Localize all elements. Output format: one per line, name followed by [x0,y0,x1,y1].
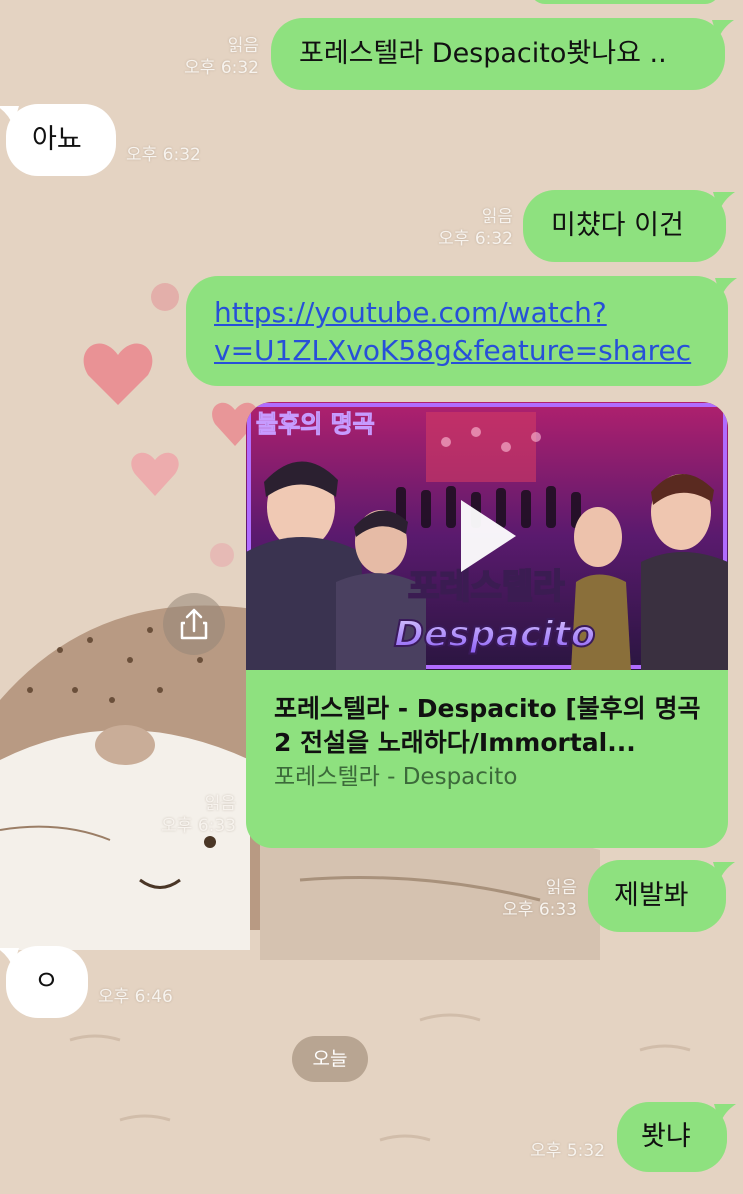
message-bubble[interactable]: ㅇ [0,946,88,1018]
message-bubble[interactable]: 미챴다 이건 [523,190,735,262]
message-bubble[interactable]: 제발봐 [588,860,735,932]
message-time: 오후 5:32 [530,1141,605,1161]
message-bubble[interactable]: 아뇨 [0,104,116,176]
message-meta: 읽음 오후 6:32 [184,35,259,79]
youtube-preview-card[interactable]: 불후의 명곡 포레스텔라 Despacito 포레스텔라 - Despacito… [246,402,728,848]
bubble-tail [712,20,734,40]
bubble-tail [715,278,737,298]
read-receipt: 읽음 [545,878,577,898]
bubble-tail [713,192,735,212]
link-message-bubble[interactable]: https://youtube.com/watch? v=U1ZLXvoK58g… [186,276,737,386]
previous-message-bubble[interactable] [530,0,720,4]
bubble-tail [713,862,735,882]
message-time: 오후 6:32 [184,58,259,78]
message-text: 제발봐 [614,880,689,911]
message-time: 오후 6:33 [161,816,236,836]
message-meta: 읽음 오후 6:32 [438,206,513,250]
message-time: 오후 6:33 [502,900,577,920]
read-receipt: 읽음 [481,207,513,227]
date-divider: 오늘 [292,1036,368,1082]
youtube-link-line-2[interactable]: v=U1ZLXvoK58g&feature=sharec [214,332,700,370]
share-button[interactable] [163,593,225,655]
youtube-link-line-1[interactable]: https://youtube.com/watch? [214,294,700,332]
message-bubble[interactable]: 봣냐 [617,1102,736,1172]
message-time: 오후 6:32 [126,145,201,165]
message-meta: 읽음 오후 6:33 [161,793,236,837]
read-receipt: 읽음 [227,36,259,56]
message-text: 아뇨 [32,124,82,155]
share-icon [180,608,208,640]
preview-subtitle: 포레스텔라 - Despacito [274,764,518,790]
thumbnail-badge: 불후의 명곡 [256,410,375,438]
message-time: 오후 6:46 [98,987,173,1007]
message-text: 포레스텔라 Despacito봣나요 .. [299,38,667,69]
thumbnail-subtitle: Despacito [394,614,595,655]
bubble-tail [0,106,19,126]
video-thumbnail[interactable]: 불후의 명곡 포레스텔라 Despacito [246,402,728,670]
bubble-tail [0,948,19,968]
bubble-tail [714,1104,736,1124]
message-bubble[interactable]: 포레스텔라 Despacito봣나요 .. [271,18,734,90]
message-meta: 오후 5:32 [530,1140,605,1162]
message-meta: 오후 6:32 [126,144,201,166]
preview-title[interactable]: 포레스텔라 - Despacito [불후의 명곡2 전설을 노래하다/Immo… [274,692,714,760]
thumbnail-title: 포레스텔라 [408,567,564,607]
message-text: 봣냐 [641,1121,691,1152]
message-meta: 오후 6:46 [98,986,173,1008]
message-time: 오후 6:32 [438,229,513,249]
message-text: 미챴다 이건 [551,210,684,241]
read-receipt: 읽음 [204,794,236,814]
message-meta: 읽음 오후 6:33 [502,877,577,921]
message-text: ㅇ [34,966,59,997]
